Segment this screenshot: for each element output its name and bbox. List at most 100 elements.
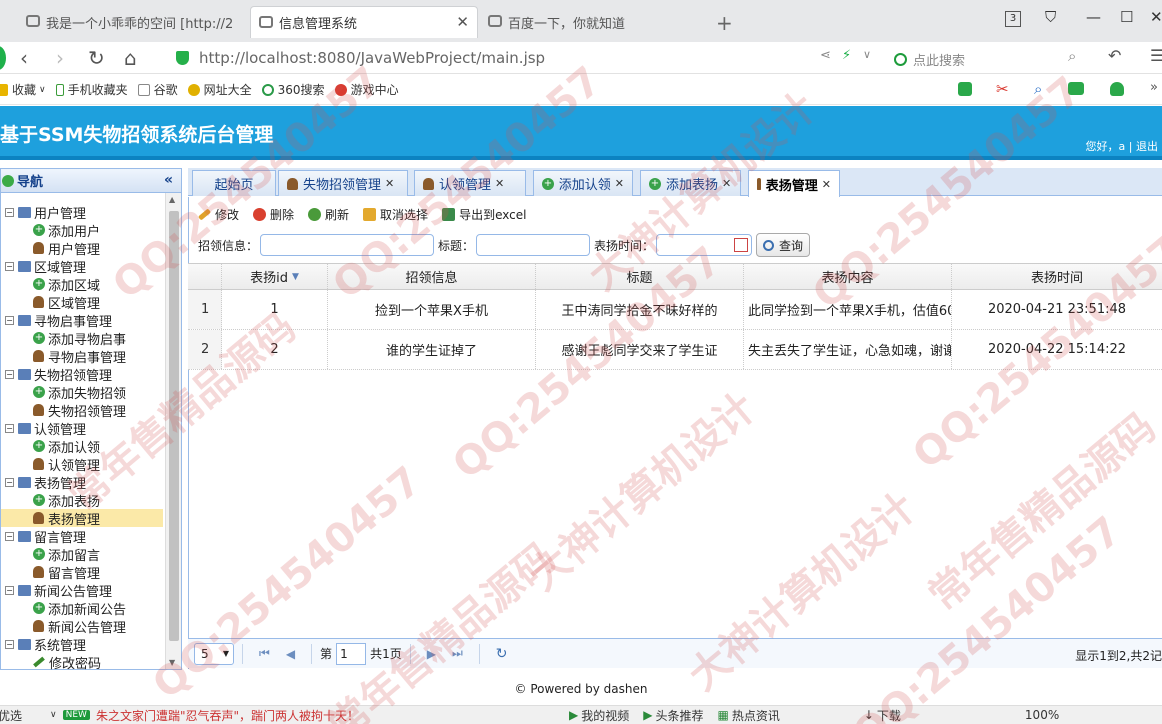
- content-tab[interactable]: 认领管理 ✕: [414, 170, 526, 196]
- browser-tab[interactable]: 百度一下，你就知道: [480, 6, 710, 38]
- browser-tab[interactable]: 我是一个小乖乖的空间 [http://2: [18, 6, 250, 38]
- shield-icon[interactable]: [1110, 82, 1124, 96]
- tree-item[interactable]: 区域管理: [1, 293, 163, 312]
- bookmark-games[interactable]: 游戏中心: [334, 81, 399, 98]
- tree-group[interactable]: − 用户管理: [1, 203, 163, 222]
- first-page-icon[interactable]: ⏮: [259, 646, 270, 661]
- bookmark-favorites[interactable]: 收藏 ∨: [0, 81, 46, 98]
- magnifier-icon[interactable]: ⌕: [1034, 80, 1042, 98]
- status-left[interactable]: 优选: [0, 707, 22, 724]
- browser-search-input[interactable]: 点此搜索: [894, 48, 1086, 70]
- content-tab[interactable]: + 添加表扬 ✕: [640, 170, 741, 196]
- tree-group[interactable]: − 留言管理: [1, 527, 163, 546]
- tree-group[interactable]: − 表扬管理: [1, 473, 163, 492]
- scissors-icon[interactable]: ✂: [996, 80, 1009, 98]
- close-icon[interactable]: ✕: [722, 177, 731, 190]
- page-number-input[interactable]: 1: [336, 642, 367, 665]
- tree-group[interactable]: − 认领管理: [1, 419, 163, 438]
- menu-icon[interactable]: ☰: [1150, 46, 1162, 65]
- export-excel-button[interactable]: 导出到excel: [442, 206, 526, 223]
- collapse-toggle-icon[interactable]: −: [5, 639, 14, 649]
- tree-item[interactable]: + 添加表扬: [1, 491, 163, 510]
- tree-group[interactable]: − 系统管理: [1, 635, 163, 654]
- scroll-down-icon[interactable]: ▼: [169, 658, 175, 667]
- close-icon[interactable]: ✕: [385, 177, 394, 190]
- bookmark-mobile[interactable]: 手机收藏夹: [55, 81, 128, 98]
- close-icon[interactable]: ✕: [822, 178, 831, 191]
- collapse-toggle-icon[interactable]: −: [5, 315, 14, 325]
- status-headlines[interactable]: ▶ 头条推荐: [643, 707, 703, 724]
- next-page-icon[interactable]: ▶: [427, 647, 436, 661]
- query-button[interactable]: 查询: [756, 233, 811, 257]
- close-icon[interactable]: ✕: [495, 177, 504, 190]
- status-hot-news[interactable]: ▦ 热点资讯: [717, 707, 779, 724]
- refresh-button[interactable]: 刷新: [308, 206, 349, 223]
- column-header-title[interactable]: 标题: [536, 264, 744, 289]
- tree-item[interactable]: + 添加认领: [1, 437, 163, 456]
- forward-icon[interactable]: ›: [56, 46, 64, 70]
- close-icon[interactable]: ✕: [615, 177, 624, 190]
- tree-group[interactable]: − 区域管理: [1, 257, 163, 276]
- tree-item[interactable]: + 添加寻物启事: [1, 329, 163, 348]
- maximize-icon[interactable]: ☐: [1120, 8, 1133, 26]
- scroll-up-icon[interactable]: ▲: [169, 195, 175, 204]
- collapse-toggle-icon[interactable]: −: [5, 423, 14, 433]
- tree-item[interactable]: + 添加区域: [1, 275, 163, 294]
- gamepad-icon[interactable]: [1068, 82, 1084, 95]
- tree-item[interactable]: 寻物启事管理: [1, 347, 163, 366]
- news-ticker[interactable]: ∨ NEW 朱之文家门遭踹"忍气吞声"，踹门两人被拘十天！: [50, 707, 359, 724]
- lightning-icon[interactable]: ⚡: [842, 48, 851, 63]
- column-header-content[interactable]: 表扬内容: [744, 264, 952, 289]
- column-header-lost-info[interactable]: 招领信息: [328, 264, 536, 289]
- user-info[interactable]: 您好，a | 退出: [1086, 138, 1158, 154]
- content-tab[interactable]: + 添加认领 ✕: [533, 170, 633, 196]
- search-icon[interactable]: ⌕: [1068, 47, 1076, 65]
- column-header-id[interactable]: 表扬id ▼: [222, 264, 328, 289]
- minimize-icon[interactable]: —: [1086, 8, 1101, 26]
- tree-group[interactable]: − 失物招领管理: [1, 365, 163, 384]
- more-icon[interactable]: »: [1150, 80, 1158, 95]
- shirt-icon[interactable]: ⛉: [1045, 8, 1056, 26]
- zoom-level[interactable]: 100%: [1025, 708, 1059, 722]
- cancel-select-button[interactable]: 取消选择: [363, 206, 428, 223]
- bookmark-360search[interactable]: 360搜索: [261, 81, 325, 98]
- tree-item[interactable]: + 添加失物招领: [1, 383, 163, 402]
- close-window-icon[interactable]: ✕: [1150, 8, 1162, 26]
- lost-info-input[interactable]: [260, 234, 435, 256]
- tab-count-badge[interactable]: 3: [1005, 11, 1021, 27]
- tree-item[interactable]: 留言管理: [1, 563, 163, 582]
- back-icon[interactable]: ‹: [20, 46, 28, 70]
- extension-icon[interactable]: [958, 82, 972, 96]
- tree-item[interactable]: + 添加新闻公告: [1, 599, 163, 618]
- tree-item[interactable]: + 添加用户: [1, 221, 163, 240]
- reload-icon[interactable]: ↻: [88, 46, 105, 70]
- column-header-time[interactable]: 表扬时间: [952, 264, 1162, 289]
- table-row[interactable]: 1 1 捡到一个苹果X手机 王中涛同学拾金不昧好样的 此同学捡到一个苹果X手机，估值60…: [188, 290, 1162, 330]
- content-tab[interactable]: 起始页: [192, 170, 276, 196]
- calendar-icon[interactable]: [734, 238, 749, 252]
- reload-icon[interactable]: ↻: [496, 646, 508, 662]
- bookmark-google[interactable]: 谷歌: [137, 81, 178, 98]
- tree-item[interactable]: 用户管理: [1, 239, 163, 258]
- table-row[interactable]: 2 2 谁的学生证掉了 感谢王彪同学交来了学生证 失主丢失了学生证，心急如魂，谢谢 202…: [188, 330, 1162, 370]
- address-bar[interactable]: http://localhost:8080/JavaWebProject/mai…: [176, 44, 886, 71]
- delete-button[interactable]: 删除: [253, 206, 294, 223]
- edit-button[interactable]: 修改: [197, 206, 239, 223]
- tree-group[interactable]: − 寻物启事管理: [1, 311, 163, 330]
- collapse-toggle-icon[interactable]: −: [5, 477, 14, 487]
- tree-item[interactable]: 表扬管理: [1, 509, 163, 528]
- collapse-toggle-icon[interactable]: −: [5, 585, 14, 595]
- home-icon[interactable]: ⌂: [124, 46, 137, 70]
- new-tab-button[interactable]: +: [716, 11, 733, 35]
- collapse-toggle-icon[interactable]: −: [5, 369, 14, 379]
- status-my-videos[interactable]: ▶ 我的视频: [569, 707, 629, 724]
- browser-tab-active[interactable]: 信息管理系统 ✕: [250, 6, 478, 38]
- tree-item[interactable]: 认领管理: [1, 455, 163, 474]
- collapse-toggle-icon[interactable]: −: [5, 531, 14, 541]
- time-input[interactable]: [656, 234, 753, 256]
- sidebar-scrollbar[interactable]: ▲ ▼: [165, 193, 181, 669]
- last-page-icon[interactable]: ⏭: [452, 646, 463, 661]
- close-icon[interactable]: ✕: [456, 13, 469, 31]
- prev-page-icon[interactable]: ◀: [286, 647, 295, 661]
- tree-item[interactable]: 修改密码: [1, 653, 163, 672]
